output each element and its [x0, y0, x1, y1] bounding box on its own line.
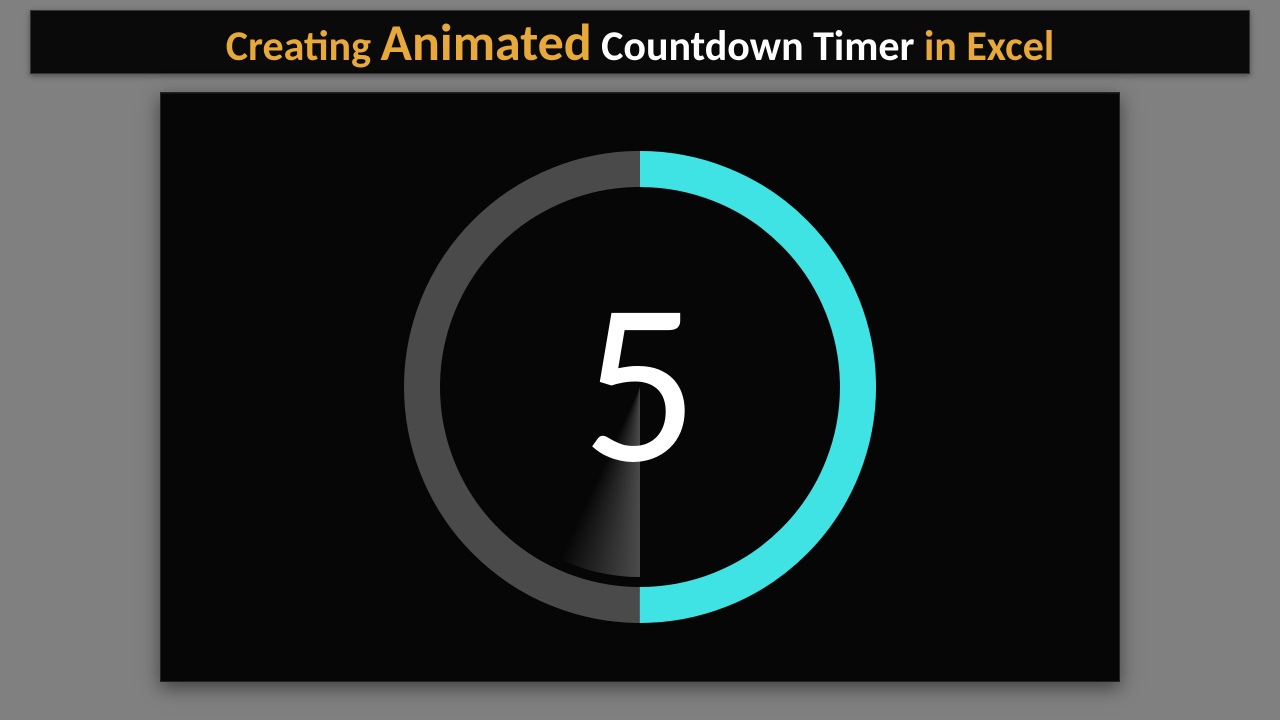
title-part2: Animated — [381, 10, 592, 74]
title-part1: Creating — [226, 21, 381, 72]
title-part3: Countdown Timer — [592, 21, 924, 72]
countdown-panel: 5 — [160, 92, 1120, 682]
donut-chart: 5 — [380, 127, 900, 647]
title-bar: Creating Animated Countdown Timer in Exc… — [30, 10, 1250, 74]
page-title: Creating Animated Countdown Timer in Exc… — [226, 10, 1054, 74]
countdown-value: 5 — [582, 267, 699, 497]
title-part4: in Excel — [924, 21, 1054, 72]
